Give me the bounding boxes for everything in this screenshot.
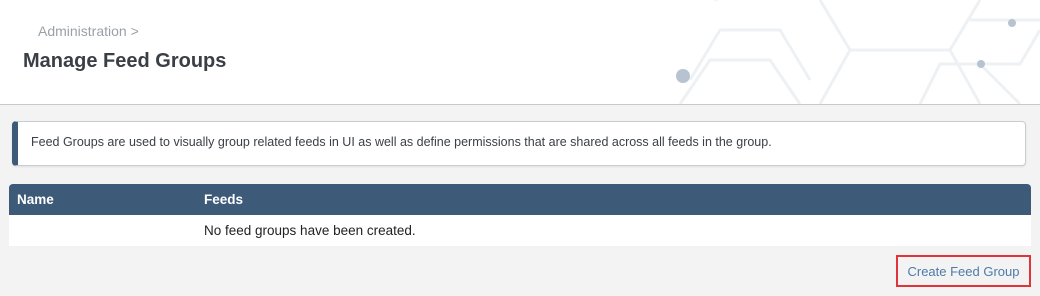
table-row: No feed groups have been created. <box>9 215 1031 246</box>
page-header: Administration > Manage Feed Groups <box>0 0 1040 105</box>
page-title: Manage Feed Groups <box>23 50 227 72</box>
create-feed-group-button[interactable]: Create Feed Group <box>896 255 1031 287</box>
hexagon-decoration <box>676 0 1040 104</box>
column-header-feeds[interactable]: Feeds <box>204 192 243 207</box>
info-text: Feed Groups are used to visually group r… <box>31 135 772 149</box>
empty-state-message: No feed groups have been created. <box>204 223 416 238</box>
breadcrumb[interactable]: Administration > <box>38 23 139 39</box>
info-callout: Feed Groups are used to visually group r… <box>12 121 1026 166</box>
column-header-name[interactable]: Name <box>17 192 54 207</box>
feed-groups-table: Name Feeds No feed groups have been crea… <box>9 184 1031 246</box>
table-header: Name Feeds <box>9 184 1031 215</box>
